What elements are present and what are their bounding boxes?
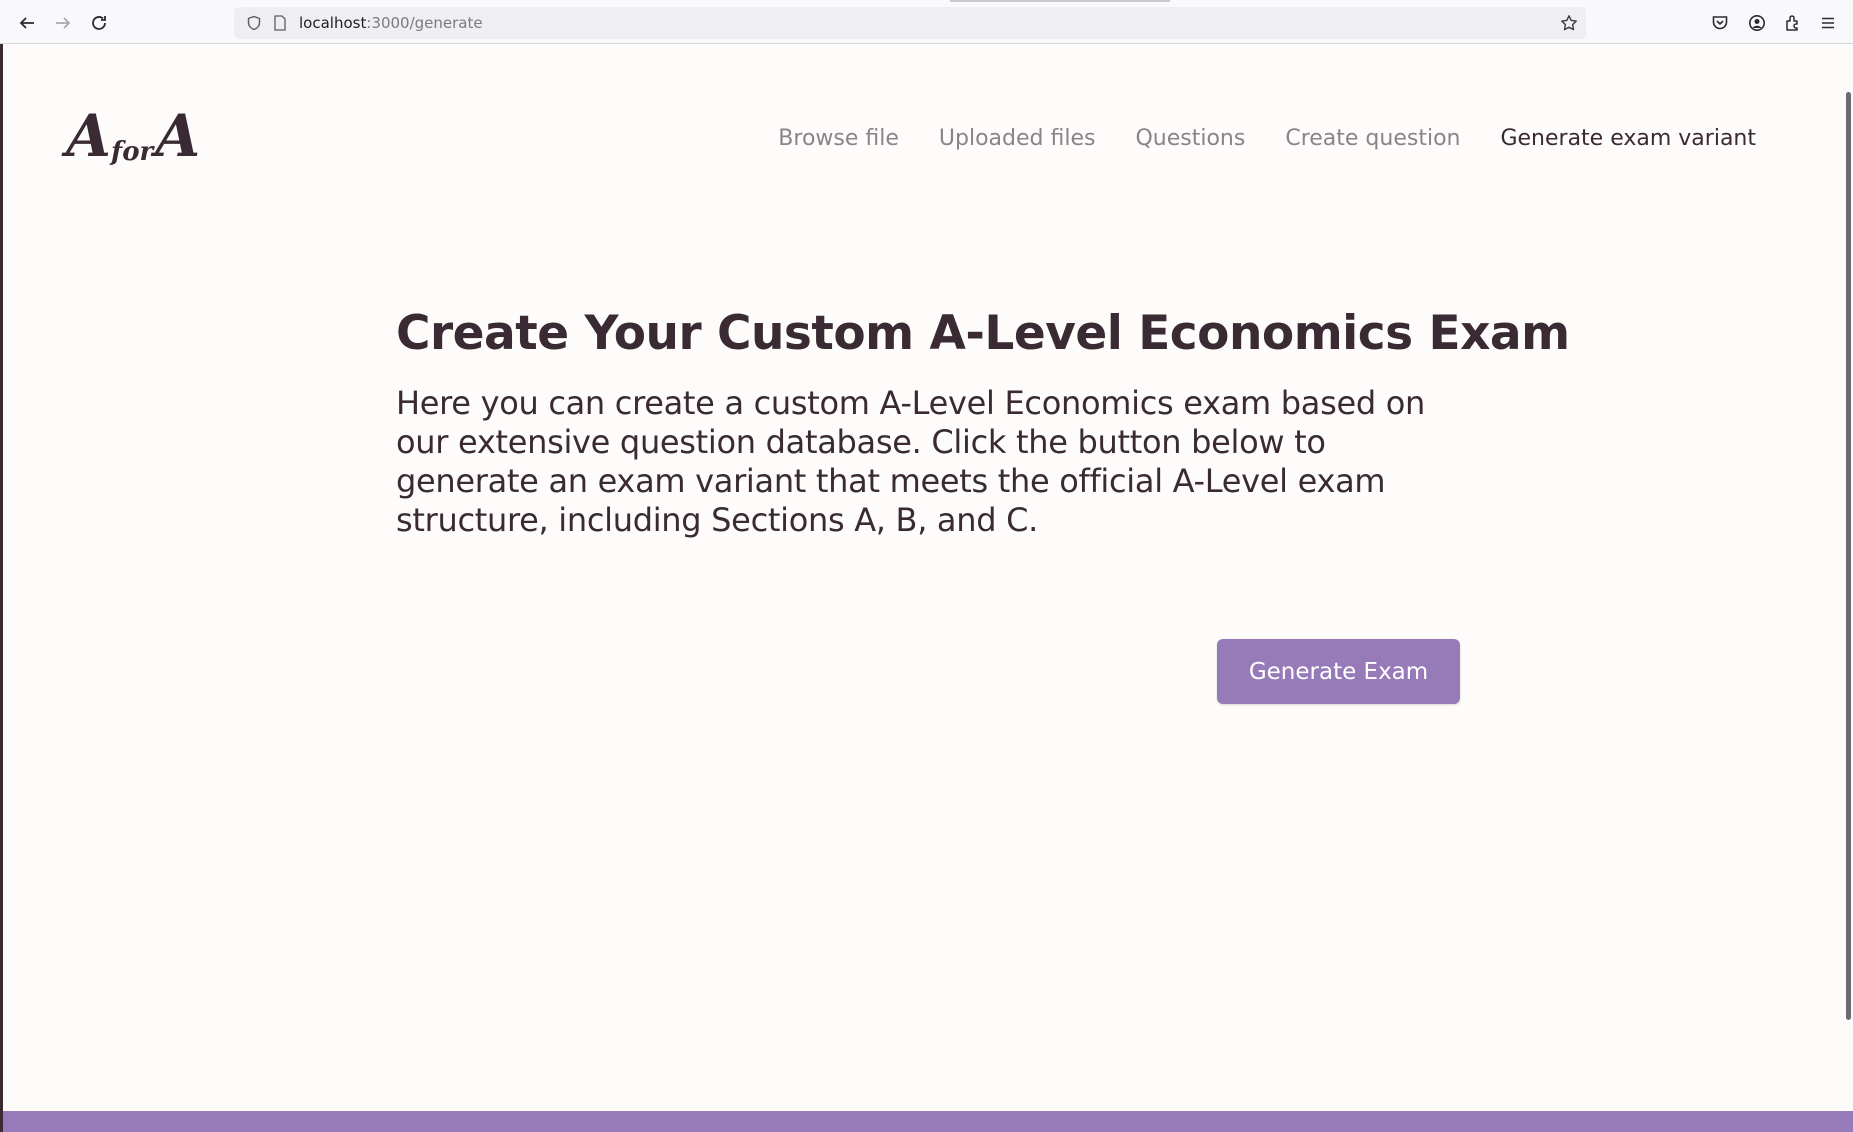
main-nav: Browse file Uploaded files Questions Cre… bbox=[778, 126, 1756, 151]
nav-questions[interactable]: Questions bbox=[1135, 126, 1245, 151]
nav-create-question[interactable]: Create question bbox=[1285, 126, 1460, 151]
scrollbar[interactable] bbox=[1843, 44, 1853, 1112]
menu-button[interactable] bbox=[1815, 10, 1841, 36]
pocket-button[interactable] bbox=[1707, 10, 1733, 36]
url-text[interactable]: localhost:3000/generate bbox=[299, 14, 483, 32]
back-button[interactable] bbox=[12, 9, 42, 37]
logo-word-for: for bbox=[111, 137, 154, 167]
logo-letter-first: A bbox=[66, 102, 111, 170]
account-button[interactable] bbox=[1744, 10, 1770, 36]
back-arrow-icon bbox=[19, 17, 34, 29]
forward-button[interactable] bbox=[48, 9, 78, 37]
star-icon[interactable] bbox=[1558, 12, 1580, 34]
intro-paragraph: Here you can create a custom A-Level Eco… bbox=[396, 384, 1426, 539]
page-title: Create Your Custom A-Level Economics Exa… bbox=[396, 306, 1570, 361]
reload-button[interactable] bbox=[84, 9, 114, 37]
pocket-icon bbox=[1712, 16, 1728, 30]
extensions-icon bbox=[1786, 15, 1798, 31]
site-logo[interactable]: A for A bbox=[66, 102, 200, 170]
logo-letter-last: A bbox=[155, 102, 200, 170]
scrollbar-thumb[interactable] bbox=[1846, 92, 1851, 1020]
generate-exam-button[interactable]: Generate Exam bbox=[1217, 639, 1460, 704]
main-content: Create Your Custom A-Level Economics Exa… bbox=[396, 300, 1570, 540]
page-icon[interactable] bbox=[269, 12, 291, 34]
nav-browse-file[interactable]: Browse file bbox=[778, 126, 899, 151]
nav-uploaded-files[interactable]: Uploaded files bbox=[939, 126, 1096, 151]
window-edge bbox=[0, 44, 3, 1132]
tab-indicator bbox=[950, 0, 1170, 2]
reload-icon bbox=[92, 16, 106, 30]
shield-icon[interactable] bbox=[243, 12, 265, 34]
footer-band bbox=[3, 1111, 1853, 1132]
menu-icon bbox=[1822, 17, 1834, 29]
browser-toolbar: localhost:3000/generate bbox=[0, 0, 1853, 44]
extensions-button[interactable] bbox=[1780, 10, 1806, 36]
nav-generate-exam-variant[interactable]: Generate exam variant bbox=[1500, 126, 1756, 151]
account-icon bbox=[1749, 15, 1765, 31]
url-bar[interactable]: localhost:3000/generate bbox=[234, 7, 1586, 39]
forward-arrow-icon bbox=[56, 17, 71, 29]
